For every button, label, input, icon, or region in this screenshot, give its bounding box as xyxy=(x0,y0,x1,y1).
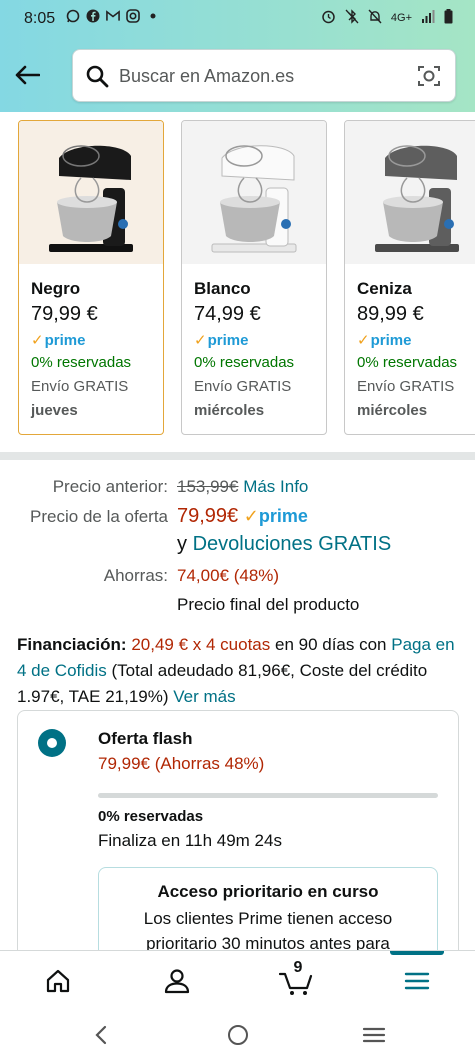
system-recents-button[interactable] xyxy=(359,1020,389,1050)
product-image xyxy=(182,121,326,264)
variant-card-negro[interactable]: Negro 79,99 € ✓prime 0% reservadas Envío… xyxy=(18,120,164,435)
prime-check-icon: ✓ xyxy=(194,332,207,349)
dot-icon xyxy=(146,9,160,23)
back-button[interactable] xyxy=(12,60,42,90)
bottom-navigation: 9 xyxy=(0,950,475,1010)
variant-reserved: 0% reservadas xyxy=(357,354,458,371)
status-time: 8:05 xyxy=(24,10,56,27)
variant-card-ceniza[interactable]: Ceniza 89,99 € ✓prime 0% reservadas Enví… xyxy=(344,120,475,435)
variant-delivery-day: jueves xyxy=(31,402,78,419)
returns-row: y Devoluciones GRATIS xyxy=(177,533,391,556)
variant-reserved: 0% reservadas xyxy=(31,354,132,371)
product-image xyxy=(345,121,475,264)
signal-icon xyxy=(421,10,435,26)
prime-check-icon: ✓ xyxy=(243,506,259,526)
offer-price-row: 79,99€ ✓prime xyxy=(177,505,308,528)
app-header: 8:05 4G+ Buscar en Amazon.es xyxy=(0,0,475,112)
notifications-off-icon xyxy=(368,9,382,27)
variant-shipping: Envío GRATIS xyxy=(31,378,129,395)
bluetooth-off-icon xyxy=(345,9,359,27)
savings-label: Ahorras: xyxy=(103,566,168,585)
cart-icon[interactable]: 9 xyxy=(276,959,316,1001)
variant-card-blanco[interactable]: Blanco 74,99 € ✓prime 0% reservadas Enví… xyxy=(181,120,327,435)
recents-icon xyxy=(362,1027,386,1043)
priority-text: Los clientes Prime tienen acceso priorit… xyxy=(143,909,393,953)
variant-price: 79,99 € xyxy=(31,303,98,325)
financing-installments: 20,49 € x 4 cuotas xyxy=(131,635,271,654)
stand-mixer-image xyxy=(211,144,297,252)
offer-price-label: Precio de la oferta xyxy=(30,507,168,526)
financing-info: Financiación: 20,49 € x 4 cuotas en 90 d… xyxy=(17,632,462,710)
flash-reserved: 0% reservadas xyxy=(98,808,204,825)
flash-offer-radio[interactable] xyxy=(38,729,66,757)
stand-mixer-image xyxy=(375,144,459,252)
see-more-link[interactable]: Ver más xyxy=(173,687,235,706)
section-divider xyxy=(0,452,475,460)
menu-icon[interactable] xyxy=(397,961,437,1001)
prime-check-icon: ✓ xyxy=(357,332,370,349)
variant-price: 74,99 € xyxy=(194,303,261,325)
variant-delivery-day: miércoles xyxy=(194,402,265,419)
variant-name: Ceniza xyxy=(357,279,412,298)
previous-price-row: 153,99€ Más Info xyxy=(177,477,308,497)
free-returns-link[interactable]: Devoluciones GRATIS xyxy=(193,533,392,555)
system-back-button[interactable] xyxy=(86,1020,116,1050)
product-image xyxy=(19,121,163,264)
savings-value: 74,00€ (48%) xyxy=(177,566,280,585)
variant-shipping: Envío GRATIS xyxy=(357,378,455,395)
flash-offer-price: 79,99€ (Ahorras 48%) xyxy=(98,754,265,773)
whatsapp-icon xyxy=(66,9,80,23)
financing-label: Financiación: xyxy=(17,635,127,654)
gmail-icon xyxy=(106,9,120,23)
prime-badge: ✓prime xyxy=(31,332,86,349)
variant-name: Blanco xyxy=(194,279,251,298)
status-bar: 8:05 4G+ xyxy=(0,0,475,38)
offer-price-value: 79,99€ xyxy=(177,505,239,527)
color-variants-carousel[interactable]: Negro 79,99 € ✓prime 0% reservadas Envío… xyxy=(0,112,475,450)
search-icon[interactable] xyxy=(85,64,109,93)
facebook-icon xyxy=(86,9,100,23)
variant-reserved: 0% reservadas xyxy=(194,354,295,371)
network-type: 4G+ xyxy=(390,12,412,24)
flash-offer-box[interactable]: Oferta flash 79,99€ (Ahorras 48%) 0% res… xyxy=(17,710,459,970)
search-input[interactable] xyxy=(119,60,409,92)
previous-price-value: 153,99€ xyxy=(177,477,239,496)
variant-delivery-day: miércoles xyxy=(357,402,428,419)
variant-shipping: Envío GRATIS xyxy=(194,378,292,395)
alarm-icon xyxy=(321,9,336,27)
prime-badge: ✓prime xyxy=(243,506,308,526)
variant-name: Negro xyxy=(31,279,81,298)
reserved-progress-bar xyxy=(98,793,438,798)
arrow-left-icon xyxy=(15,65,40,85)
system-home-button[interactable] xyxy=(223,1020,253,1050)
priority-title: Acceso prioritario en curso xyxy=(157,882,379,901)
circle-icon xyxy=(228,1025,248,1045)
cart-count: 9 xyxy=(293,959,303,976)
prime-badge: ✓prime xyxy=(194,332,249,349)
search-box[interactable] xyxy=(72,49,456,102)
battery-icon xyxy=(444,9,453,27)
home-icon[interactable] xyxy=(38,961,78,1001)
variant-price: 89,99 € xyxy=(357,303,424,325)
previous-price-label: Precio anterior: xyxy=(52,477,168,496)
camera-search-icon[interactable] xyxy=(417,64,441,93)
active-tab-indicator xyxy=(390,951,444,955)
status-right-icons: 4G+ xyxy=(321,9,453,27)
prime-check-icon: ✓ xyxy=(31,332,44,349)
system-navigation-bar xyxy=(0,1010,475,1059)
flash-countdown: Finaliza en 11h 49m 24s xyxy=(98,831,282,850)
account-icon[interactable] xyxy=(157,961,197,1001)
prime-badge: ✓prime xyxy=(357,332,412,349)
flash-offer-title: Oferta flash xyxy=(98,729,193,748)
chevron-left-icon xyxy=(95,1025,107,1045)
returns-prefix: y xyxy=(177,533,187,555)
instagram-icon xyxy=(126,9,140,23)
more-info-link[interactable]: Más Info xyxy=(243,477,308,496)
stand-mixer-image xyxy=(49,144,133,252)
financing-days: en 90 días con xyxy=(274,635,387,654)
final-price-note: Precio final del producto xyxy=(177,595,360,614)
notification-icons xyxy=(66,9,160,23)
